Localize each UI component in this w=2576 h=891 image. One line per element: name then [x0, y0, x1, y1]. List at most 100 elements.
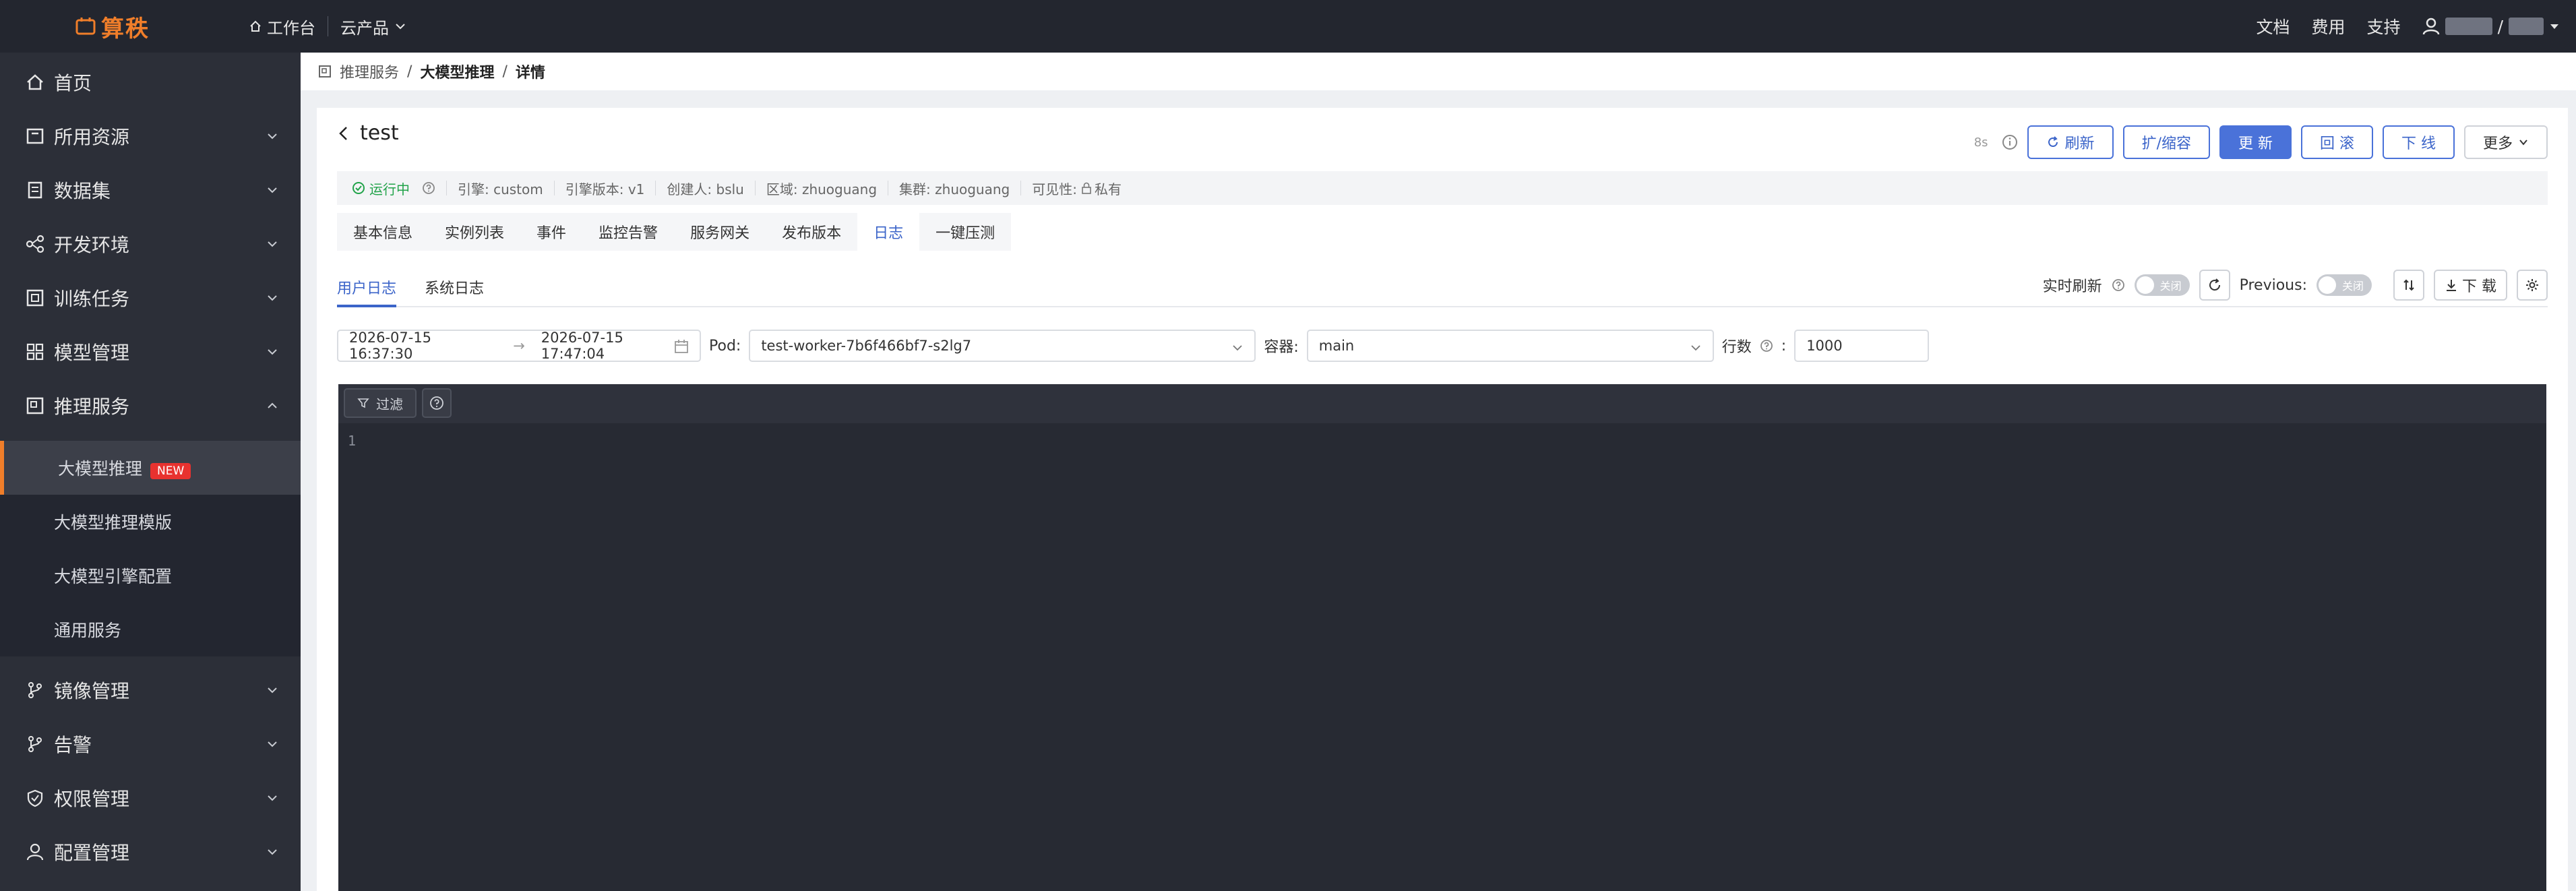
sidebar-item-dev-env[interactable]: 开发环境 [0, 217, 301, 271]
chevron-down-icon [394, 20, 406, 32]
user-menu[interactable]: / [2422, 17, 2560, 36]
sidebar-item-training[interactable]: 训练任务 [0, 271, 301, 325]
service-info-strip: 运行中 引擎: custom 引擎版本: v1 创建人: bslu 区域: zh… [337, 171, 2548, 205]
container-select[interactable]: main [1306, 330, 1714, 362]
log-help-button[interactable] [422, 388, 452, 418]
sidebar-subitem-label: 大模型引擎配置 [54, 567, 173, 586]
info-divider [655, 181, 656, 195]
dataset-icon [26, 181, 44, 199]
help-icon [429, 396, 444, 410]
realtime-toggle[interactable]: 关闭 [2134, 274, 2190, 296]
home-icon [249, 20, 262, 32]
new-badge: NEW [150, 463, 191, 479]
tab-user-logs[interactable]: 用户日志 [337, 276, 396, 298]
help-icon[interactable] [1760, 339, 1773, 352]
log-filter-button[interactable]: 过滤 [344, 388, 417, 418]
sidebar-item-datasets[interactable]: 数据集 [0, 163, 301, 217]
log-type-tabs: 用户日志 系统日志 实时刷新 关闭 Previous: 关闭 下 载 [337, 270, 2548, 307]
help-icon[interactable] [422, 181, 435, 195]
sidebar-item-label: 模型管理 [54, 342, 130, 364]
dev-env-icon [26, 235, 44, 253]
user-separator: / [2497, 16, 2503, 36]
breadcrumb-root[interactable]: 推理服务 [340, 61, 399, 82]
sidebar-subitem-general-service[interactable]: 通用服务 [0, 603, 301, 656]
sidebar-subitem-llm-engine[interactable]: 大模型引擎配置 [0, 549, 301, 603]
logo[interactable]: 算秩 [75, 10, 159, 43]
sidebar-item-models[interactable]: 模型管理 [0, 325, 301, 379]
reload-button[interactable] [2199, 270, 2230, 301]
refresh-interval-hint: 8s [1973, 135, 1988, 150]
download-button[interactable]: 下 载 [2434, 270, 2507, 301]
workbench-link[interactable]: 工作台 [237, 15, 328, 38]
chevron-down-icon [266, 291, 279, 305]
arrow-right-icon: → [513, 338, 525, 354]
visibility-value: 私有 [1094, 181, 1122, 197]
chevron-down-icon [1231, 342, 1244, 354]
sidebar-item-alerts[interactable]: 告警 [0, 717, 301, 771]
time-range-picker[interactable]: 2026-07-15 16:37:30 → 2026-07-15 17:47:0… [337, 330, 701, 362]
tab-releases[interactable]: 发布版本 [766, 213, 857, 251]
update-button[interactable]: 更 新 [2219, 125, 2292, 159]
rollback-button[interactable]: 回 滚 [2300, 125, 2373, 159]
tab-events[interactable]: 事件 [520, 213, 582, 251]
sidebar-item-permissions[interactable]: 权限管理 [0, 771, 301, 825]
tab-system-logs[interactable]: 系统日志 [425, 276, 484, 298]
user-icon [2422, 18, 2440, 35]
pod-select[interactable]: test-worker-7b6f466bf7-s2lg7 [749, 330, 1256, 362]
log-viewer[interactable]: 过滤 1 [338, 384, 2546, 891]
tab-logs[interactable]: 日志 [857, 213, 920, 251]
info-icon[interactable] [2002, 134, 2018, 150]
tab-basic-info[interactable]: 基本信息 [337, 213, 429, 251]
engine-version-info: 引擎版本: v1 [565, 181, 645, 197]
download-label: 下 载 [2462, 278, 2496, 295]
sidebar-item-image-mgmt[interactable]: 镜像管理 [0, 663, 301, 717]
top-right: 文档 费用 支持 / [2257, 14, 2560, 38]
lines-input[interactable]: 1000 [1794, 330, 1930, 362]
sidebar-item-config[interactable]: 配置管理 [0, 825, 301, 879]
billing-link[interactable]: 费用 [2312, 14, 2345, 38]
back-icon[interactable] [337, 125, 350, 142]
refresh-button[interactable]: 刷新 [2027, 125, 2114, 159]
more-button[interactable]: 更多 [2463, 125, 2548, 159]
scale-button[interactable]: 扩/缩容 [2122, 125, 2210, 159]
sidebar-item-resources[interactable]: 所用资源 [0, 109, 301, 163]
sidebar-item-inference[interactable]: 推理服务 [0, 379, 301, 433]
sidebar-subitem-label: 大模型推理模版 [54, 513, 173, 532]
settings-button[interactable] [2517, 270, 2548, 301]
gear-icon [2525, 278, 2540, 293]
tab-instances[interactable]: 实例列表 [429, 213, 520, 251]
breadcrumb-parent[interactable]: 大模型推理 [420, 61, 494, 82]
log-filters: 2026-07-15 16:37:30 → 2026-07-15 17:47:0… [337, 329, 1930, 363]
previous-toggle[interactable]: 关闭 [2317, 274, 2372, 296]
help-icon[interactable] [2112, 278, 2125, 292]
tab-gateway[interactable]: 服务网关 [674, 213, 766, 251]
active-tab-indicator [337, 305, 396, 307]
pod-label: Pod: [709, 337, 741, 355]
end-time: 2026-07-15 17:47:04 [541, 330, 623, 362]
page-title-row: test [337, 121, 399, 145]
training-icon [26, 288, 44, 307]
container-value: main [1318, 338, 1355, 354]
refresh-icon [2046, 135, 2060, 149]
chevron-down-icon [266, 345, 279, 359]
tab-monitoring[interactable]: 监控告警 [582, 213, 674, 251]
detail-tabs: 基本信息 实例列表 事件 监控告警 服务网关 发布版本 日志 一键压测 [337, 213, 1012, 251]
caret-down-icon [2549, 21, 2560, 32]
sidebar-item-label: 数据集 [54, 180, 111, 202]
container-label: 容器: [1264, 339, 1299, 356]
sidebar-item-label: 推理服务 [54, 396, 130, 418]
offline-button[interactable]: 下 线 [2382, 125, 2455, 159]
chevron-down-icon [266, 129, 279, 143]
support-link[interactable]: 支持 [2367, 14, 2401, 38]
cloud-products-dropdown[interactable]: 云产品 [328, 15, 419, 38]
sort-button[interactable] [2393, 270, 2424, 301]
docs-link[interactable]: 文档 [2257, 14, 2290, 38]
tab-load-test[interactable]: 一键压测 [919, 213, 1011, 251]
sidebar-item-home[interactable]: 首页 [0, 55, 301, 109]
info-divider [754, 181, 756, 195]
sidebar-subitem-llm-template[interactable]: 大模型推理模版 [0, 495, 301, 549]
sidebar-subitem-label: 通用服务 [54, 621, 122, 640]
chevron-down-icon [266, 683, 279, 697]
sidebar-subitem-llm-inference[interactable]: 大模型推理 NEW [0, 441, 301, 495]
resource-icon [26, 127, 44, 146]
